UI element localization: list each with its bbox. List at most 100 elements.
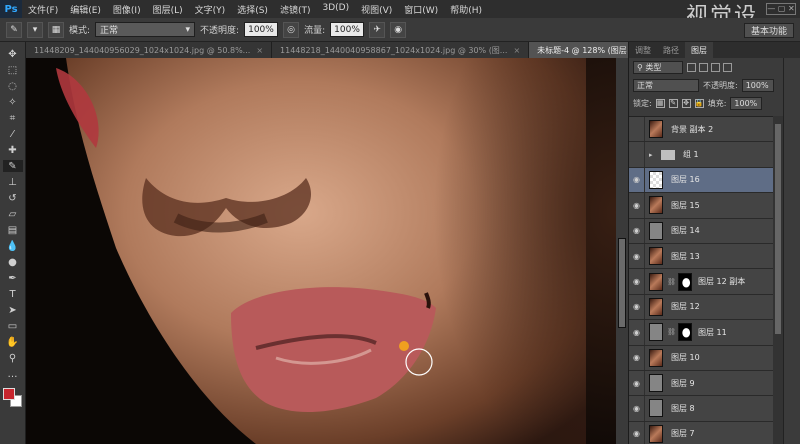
quick-select-tool-icon[interactable]: ✧ [3,96,23,108]
type-filter-icon[interactable] [711,62,720,72]
layer-row[interactable]: ◉ 图层 9 [629,370,773,397]
visibility-eye-icon[interactable]: ◉ [629,370,645,396]
opacity-field[interactable]: 100% [244,22,279,37]
pressure-opacity-icon[interactable]: ◎ [283,21,300,38]
healing-brush-tool-icon[interactable]: ✚ [3,144,23,156]
layer-mask-thumbnail[interactable] [678,272,692,291]
layer-row[interactable]: ◉ 图层 15 [629,193,773,219]
lock-all-icon[interactable]: 🔒 [694,98,704,108]
menu-item[interactable]: 选择(S) [231,3,274,16]
fill-field[interactable]: 100% [730,96,763,110]
more-tools-icon[interactable]: … [3,368,23,380]
menu-item[interactable]: 文字(Y) [189,3,232,16]
foreground-color-swatch[interactable] [2,388,15,400]
menu-item[interactable]: 帮助(H) [444,3,488,16]
visibility-eye-icon[interactable]: ◉ [629,421,645,444]
panel-tab[interactable]: 调整 [629,42,657,58]
color-swatches[interactable] [2,388,23,408]
history-brush-tool-icon[interactable]: ↺ [3,192,23,204]
layer-row[interactable]: ◉ 图层 10 [629,345,773,371]
scrollbar-thumb[interactable] [775,124,781,334]
layer-row[interactable]: ◉ 图层 14 [629,218,773,244]
pixel-filter-icon[interactable] [687,62,696,72]
visibility-eye-icon[interactable] [629,142,645,167]
document-tab[interactable]: 11448218_1440040958867_1024x1024.jpg @ 3… [272,42,530,58]
visibility-eye-icon[interactable]: ◉ [629,167,645,193]
airbrush-icon[interactable]: ✈ [369,21,386,38]
visibility-eye-icon[interactable] [629,117,645,142]
visibility-eye-icon[interactable]: ◉ [629,218,645,243]
pressure-size-icon[interactable]: ◉ [390,21,407,38]
blur-tool-icon[interactable]: 💧 [3,240,23,252]
expand-arrow-icon[interactable]: ▸ [649,151,657,159]
link-icon[interactable]: ⛓ [667,328,676,336]
brush-tool-icon[interactable]: ✎ [2,160,23,172]
panel-tab[interactable]: 图层 [685,42,713,58]
menu-item[interactable]: 滤镜(T) [274,3,317,16]
visibility-eye-icon[interactable]: ◉ [629,345,645,370]
lock-position-icon[interactable]: ✥ [681,98,691,108]
scrollbar-thumb[interactable] [618,238,626,328]
visibility-eye-icon[interactable]: ◉ [629,396,645,421]
layer-row[interactable]: ◉ 图层 8 [629,396,773,422]
close-icon[interactable]: × [256,46,263,55]
menu-item[interactable]: 图像(I) [107,3,147,16]
eyedropper-tool-icon[interactable]: ⁄ [3,128,23,140]
shape-tool-icon[interactable]: ▭ [3,320,23,332]
clone-stamp-tool-icon[interactable]: ⊥ [3,176,23,188]
marquee-tool-icon[interactable]: ⬚ [3,64,23,76]
layers-scrollbar[interactable] [773,116,783,444]
gradient-tool-icon[interactable]: ▤ [3,224,23,236]
canvas-scrollbar[interactable] [616,58,628,444]
menu-item[interactable]: 视图(V) [355,3,398,16]
menu-item[interactable]: 图层(L) [147,3,189,16]
menu-item[interactable]: 窗口(W) [398,3,444,16]
menu-item[interactable]: 编辑(E) [64,3,107,16]
dodge-tool-icon[interactable]: ● [3,256,23,268]
flow-field[interactable]: 100% [330,22,365,37]
visibility-eye-icon[interactable]: ◉ [629,320,645,345]
move-tool-icon[interactable]: ✥ [3,48,23,60]
menu-item[interactable]: 3D(D) [316,3,355,16]
layer-mask-thumbnail[interactable] [678,323,692,342]
mode-select[interactable]: 正常 ▾ [95,22,196,37]
layer-row[interactable]: 背景 副本 2 [629,117,773,143]
blend-mode-select[interactable]: 正常 [633,78,699,92]
visibility-eye-icon[interactable]: ◉ [629,269,645,294]
visibility-eye-icon[interactable]: ◉ [629,243,645,269]
menu-item[interactable]: 文件(F) [22,3,64,16]
adjustment-filter-icon[interactable] [699,62,708,72]
layer-row[interactable]: ◉ 图层 12 [629,294,773,321]
close-icon[interactable]: × [513,46,520,55]
pen-tool-icon[interactable]: ✒ [3,272,23,284]
document-tab[interactable]: 11448209_144040956029_1024x1024.jpg @ 50… [26,42,273,58]
layer-opacity-field[interactable]: 100% [741,78,774,92]
workspace-switcher[interactable]: 基本功能 [743,23,794,38]
layer-row[interactable]: ◉ ⛓ 图层 12 副本 [629,269,773,295]
layer-row[interactable]: ▸ 组 1 [629,142,773,168]
layer-row[interactable]: ◉ 图层 13 [629,243,773,270]
lasso-tool-icon[interactable]: ◌ [3,80,23,92]
hand-tool-icon[interactable]: ✋ [3,336,23,348]
shape-filter-icon[interactable] [723,62,732,72]
layer-row[interactable]: ◉ 图层 7 [629,421,773,444]
eraser-tool-icon[interactable]: ▱ [3,208,23,220]
layer-kind-select[interactable]: ⚲ 类型 [633,60,683,74]
brush-size-picker[interactable]: ▾ [27,21,43,38]
lock-pixels-icon[interactable]: ✎ [668,98,678,108]
brush-panel-toggle-icon[interactable]: ▦ [48,21,64,38]
window-controls[interactable]: — ▢ ✕ [766,3,796,15]
visibility-eye-icon[interactable]: ◉ [629,294,645,320]
layer-row[interactable]: ◉ ⛓ 图层 11 [629,320,773,346]
visibility-eye-icon[interactable]: ◉ [629,193,645,218]
zoom-tool-icon[interactable]: ⚲ [3,352,23,364]
link-icon[interactable]: ⛓ [667,278,676,286]
type-tool-icon[interactable]: T [3,288,23,300]
layer-row[interactable]: ◉ 图层 16 [629,167,773,194]
path-select-tool-icon[interactable]: ➤ [3,304,23,316]
brush-preset-picker[interactable]: ✎ [6,21,22,38]
document-canvas[interactable] [26,58,616,444]
crop-tool-icon[interactable]: ⌗ [3,112,23,124]
lock-transparency-icon[interactable]: ▦ [655,98,665,108]
panel-tab[interactable]: 路径 [657,42,685,58]
